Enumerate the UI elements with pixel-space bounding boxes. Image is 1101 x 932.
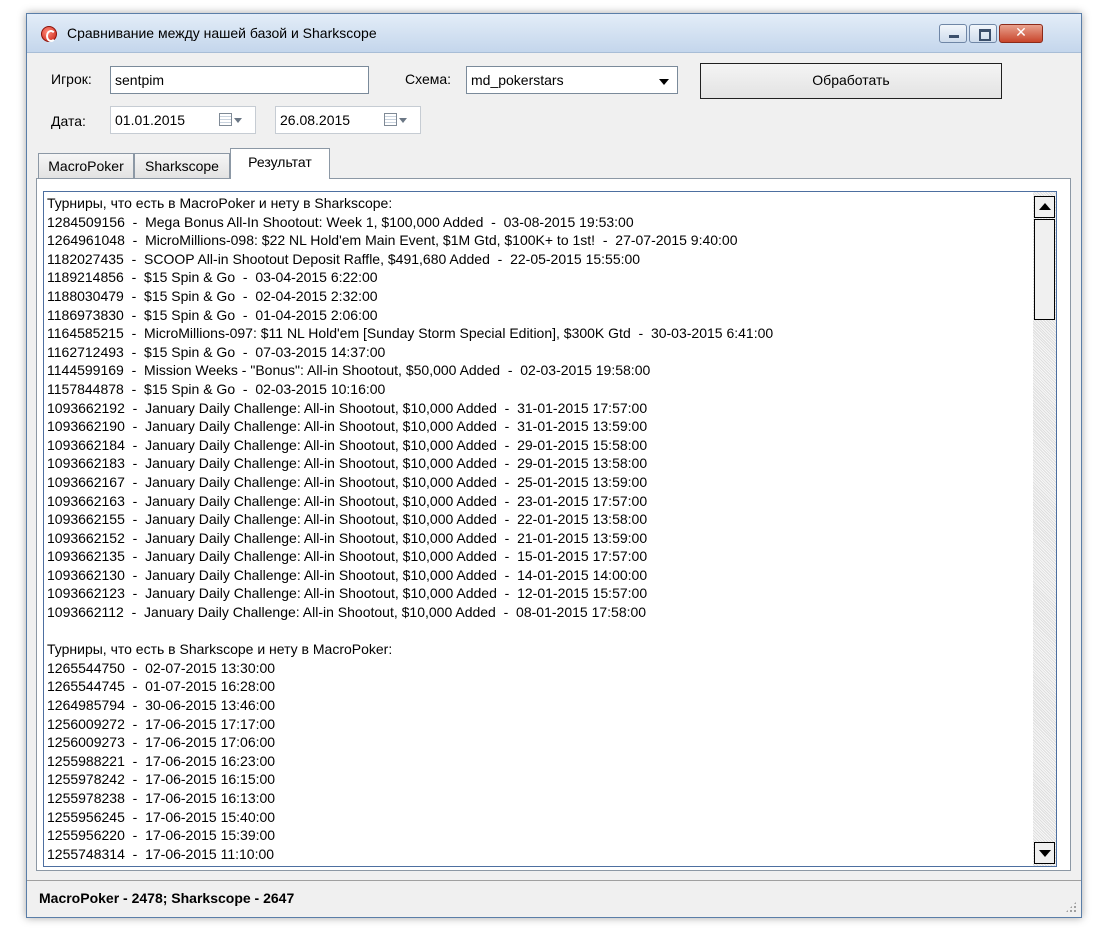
player-input[interactable]: sentpim [110,66,369,94]
arrow-down-icon [1039,850,1051,857]
calendar-icon[interactable] [219,113,232,126]
result-text: Турниры, что есть в MacroPoker и нету в … [47,195,774,862]
schema-select[interactable]: md_pokerstars [466,66,678,94]
player-label: Игрок: [51,71,92,87]
close-button[interactable]: ✕ [999,24,1043,43]
title-bar[interactable]: Сравнивание между нашей базой и Sharksco… [27,14,1081,53]
calendar-icon[interactable] [384,113,397,126]
date-to-picker[interactable]: 26.08.2015 [275,106,421,134]
date-from-picker[interactable]: 01.01.2015 [110,106,256,134]
tab-sharkscope[interactable]: Sharkscope [134,153,230,178]
date-from-value: 01.01.2015 [115,112,186,128]
status-text: MacroPoker - 2478; Sharkscope - 2647 [39,890,295,906]
scroll-down-button[interactable] [1034,842,1055,864]
chevron-down-icon[interactable] [234,118,242,123]
process-button[interactable]: Обработать [700,63,1002,99]
maximize-icon [979,29,991,41]
app-logo-icon [41,26,57,42]
arrow-up-icon [1039,203,1051,210]
date-to-value: 26.08.2015 [280,112,351,128]
tab-macropoker[interactable]: MacroPoker [38,153,134,178]
date-label: Дата: [51,113,86,129]
tab-result[interactable]: Результат [230,148,330,179]
vertical-scrollbar[interactable] [1033,191,1057,867]
minimize-icon [949,35,959,38]
scroll-up-button[interactable] [1034,196,1055,218]
chevron-down-icon[interactable] [399,118,407,123]
window-title: Сравнивание между нашей базой и Sharksco… [67,25,377,41]
result-textarea[interactable]: Турниры, что есть в MacroPoker и нету в … [43,191,1043,867]
chevron-down-icon[interactable] [659,79,669,85]
close-icon: ✕ [1015,25,1027,41]
compare-window: Сравнивание между нашей базой и Sharksco… [26,13,1082,918]
resize-grip-icon[interactable] [1065,901,1077,913]
maximize-button[interactable] [969,24,997,43]
scroll-thumb[interactable] [1034,219,1055,320]
schema-select-value: md_pokerstars [471,72,564,88]
schema-label: Схема: [405,71,452,87]
minimize-button[interactable] [939,24,967,43]
status-bar: MacroPoker - 2478; Sharkscope - 2647 [27,880,1081,917]
